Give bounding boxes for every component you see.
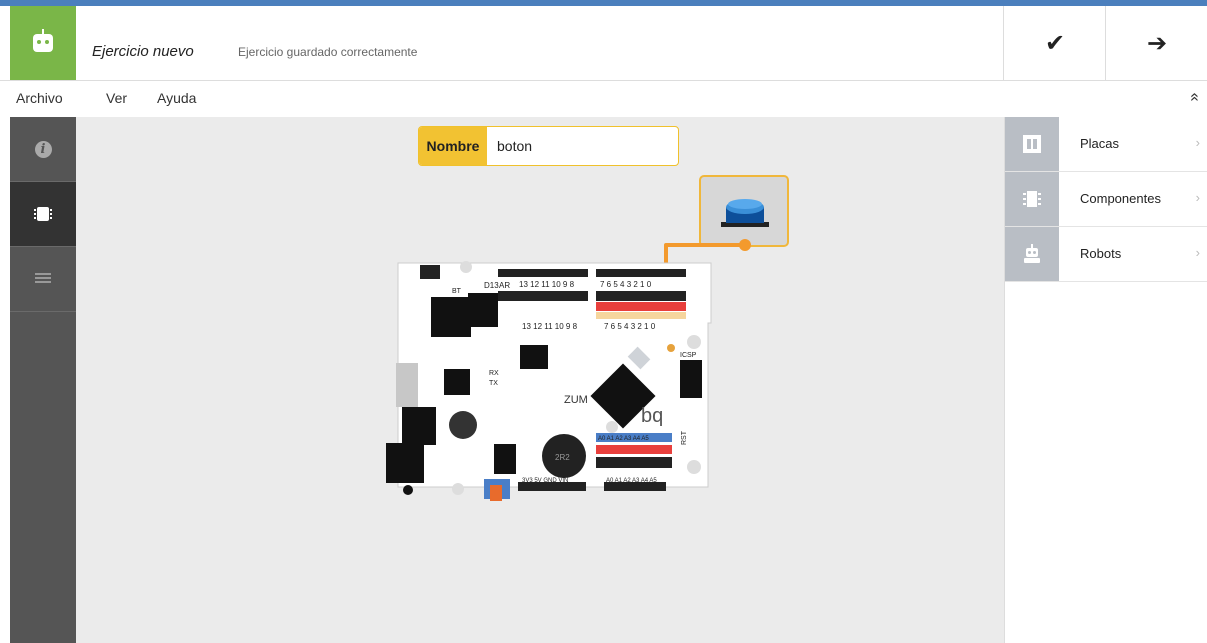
robot-logo-icon bbox=[33, 29, 53, 52]
label-analog-bottom: A0 A1 A2 A3 A4 A5 bbox=[606, 478, 657, 484]
label-analog-top: A0 A1 A2 A3 A4 A5 bbox=[598, 436, 649, 442]
chevron-right-icon: › bbox=[1195, 135, 1200, 150]
panel-item-robots[interactable]: Robots › bbox=[1005, 227, 1207, 282]
save-status: Ejercicio guardado correctamente bbox=[238, 45, 418, 59]
label-power: 3V3 5V GND VIN bbox=[522, 478, 568, 484]
collapse-toolbar-icon[interactable]: » bbox=[1186, 93, 1204, 102]
label-ar: AR bbox=[499, 281, 510, 290]
menu-archivo[interactable]: Archivo bbox=[16, 90, 63, 106]
robot-icon bbox=[1005, 227, 1059, 281]
menu-bar: Archivo Ver Ayuda » bbox=[0, 82, 1207, 117]
zum-board[interactable] bbox=[386, 261, 712, 501]
check-icon: ✔ bbox=[1044, 29, 1066, 57]
menu-ayuda[interactable]: Ayuda bbox=[157, 90, 196, 106]
label-icsp: ICSP bbox=[680, 352, 697, 359]
board-canvas: D13 AR BT 13 12 11 10 9 8 7 6 5 4 3 2 1 … bbox=[386, 175, 789, 501]
app-logo[interactable] bbox=[10, 6, 76, 80]
info-icon: i bbox=[34, 140, 52, 158]
chevron-right-icon: › bbox=[1195, 190, 1200, 205]
sidebar-item-hardware[interactable] bbox=[10, 182, 76, 247]
hardware-workspace[interactable]: Nombre boton D13 AR BT 13 12 11 10 9 8 7… bbox=[76, 117, 1004, 643]
panel-item-componentes[interactable]: Componentes › bbox=[1005, 172, 1207, 227]
left-sidebar: i bbox=[10, 117, 76, 643]
components-panel: Placas › Componentes › Robots › bbox=[1004, 117, 1207, 643]
pin-numbers-bottom-right: 7 6 5 4 3 2 1 0 bbox=[604, 322, 656, 331]
verify-button[interactable]: ✔ bbox=[1003, 6, 1106, 80]
chip-icon bbox=[34, 207, 52, 221]
label-2r2: 2R2 bbox=[555, 453, 570, 462]
label-rst: RST bbox=[681, 430, 688, 445]
chevron-right-icon: › bbox=[1195, 245, 1200, 260]
menu-ver[interactable]: Ver bbox=[106, 90, 127, 106]
label-bq: bq bbox=[641, 405, 663, 427]
board-icon bbox=[1005, 117, 1059, 171]
panel-label-placas: Placas bbox=[1080, 136, 1120, 151]
chip-icon bbox=[1005, 172, 1059, 226]
button-connector-dot[interactable] bbox=[739, 239, 751, 251]
button-component[interactable] bbox=[699, 175, 789, 247]
label-tx: TX bbox=[489, 380, 498, 387]
panel-item-placas[interactable]: Placas › bbox=[1005, 117, 1207, 172]
panel-label-componentes: Componentes bbox=[1080, 191, 1161, 206]
label-rx: RX bbox=[489, 370, 499, 377]
arrow-right-icon: ➔ bbox=[1146, 29, 1168, 57]
label-bt: BT bbox=[452, 288, 462, 295]
upload-button[interactable]: ➔ bbox=[1105, 6, 1207, 80]
exercise-title[interactable]: Ejercicio nuevo bbox=[92, 43, 194, 60]
sidebar-item-info[interactable]: i bbox=[10, 117, 76, 182]
panel-label-robots: Robots bbox=[1080, 246, 1122, 261]
label-d13: D13 bbox=[484, 281, 499, 290]
pin-numbers-bottom-left: 13 12 11 10 9 8 bbox=[522, 322, 578, 331]
text-lines-icon bbox=[35, 273, 51, 285]
sidebar-item-code[interactable] bbox=[10, 247, 76, 312]
label-zum: ZUM bbox=[564, 394, 588, 406]
pin-numbers-top-left: 13 12 11 10 9 8 bbox=[519, 280, 575, 289]
pin-numbers-top-right: 7 6 5 4 3 2 1 0 bbox=[600, 280, 652, 289]
